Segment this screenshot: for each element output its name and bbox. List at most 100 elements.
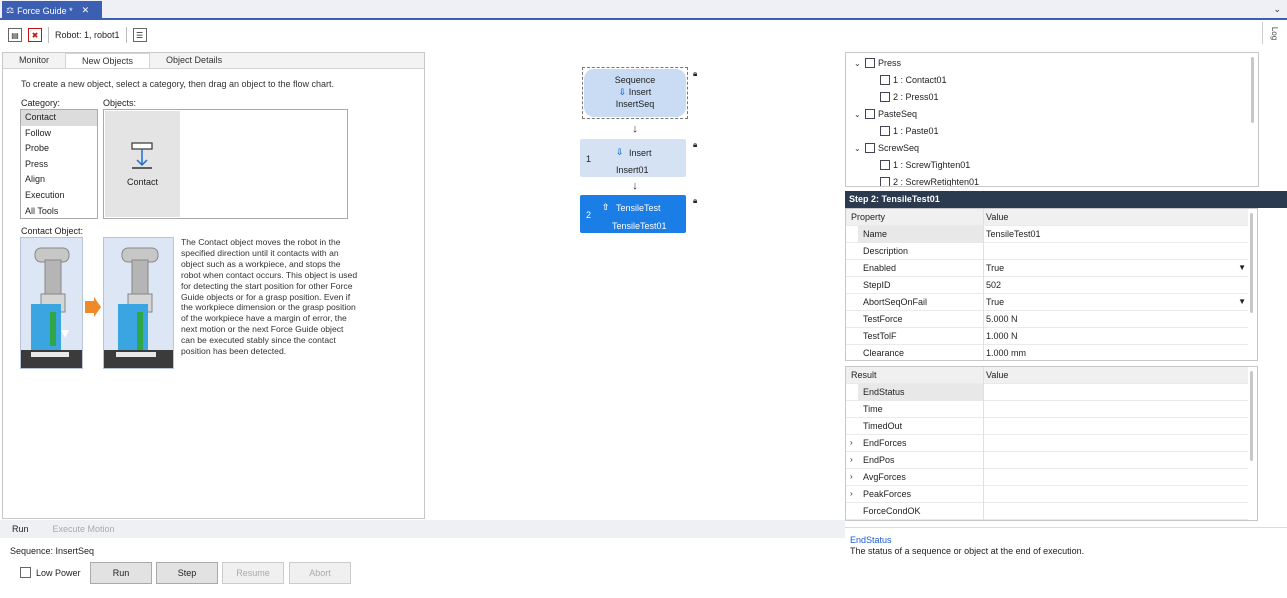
tree-item-paste01[interactable]: 1 : Paste01	[880, 123, 939, 139]
sequence-tree: ⌄ Press 1 : Contact01 2 : Press01 ⌄ PasteS…	[845, 52, 1259, 187]
contact-icon	[880, 75, 890, 85]
chevron-right-icon[interactable]: ›	[850, 455, 853, 464]
flow-node-tensile-test[interactable]: 2 ⇧ TensileTest TensileTest01	[580, 195, 686, 233]
contact-before-illustration	[20, 237, 83, 369]
column-divider	[983, 367, 984, 520]
property-row-stepid[interactable]: StepID 502	[846, 277, 1248, 294]
tab-object-details[interactable]: Object Details	[150, 53, 238, 68]
category-item-align[interactable]: Align	[21, 172, 97, 188]
col-value: Value	[986, 212, 1009, 222]
chevron-down-icon[interactable]: ⌄	[854, 59, 862, 68]
delete-document-icon[interactable]: ✖	[28, 28, 42, 42]
property-row-name[interactable]: Name TensileTest01	[846, 226, 1248, 243]
category-item-contact[interactable]: Contact	[21, 110, 97, 126]
result-row-peakforces[interactable]: › PeakForces	[846, 486, 1248, 503]
resume-button[interactable]: Resume	[222, 562, 284, 584]
insert-icon: ⇩ Insert	[618, 87, 652, 97]
tree-label: 1 : ScrewTighten01	[893, 160, 971, 170]
lock-icon: 🔒︎	[693, 196, 698, 205]
tree-item-screwretighten01[interactable]: 2 : ScrewRetighten01	[880, 174, 979, 186]
property-value[interactable]: True	[986, 297, 1004, 307]
property-value[interactable]: 1.000 mm	[986, 348, 1026, 358]
robot-menu-icon[interactable]: ☰	[132, 28, 147, 42]
help-text: The status of a sequence or object at th…	[850, 546, 1085, 556]
log-tab[interactable]: Log	[1262, 22, 1287, 44]
dropdown-icon[interactable]: ▼	[1238, 297, 1246, 306]
tree-label: 2 : Press01	[893, 92, 939, 102]
chevron-down-icon[interactable]: ⌄	[1273, 4, 1281, 15]
property-row-testforce[interactable]: TestForce 5.000 N	[846, 311, 1248, 328]
result-row-endforces[interactable]: › EndForces	[846, 435, 1248, 452]
property-value[interactable]: 5.000 N	[986, 314, 1018, 324]
category-item-probe[interactable]: Probe	[21, 141, 97, 157]
tree-item-pasteseq[interactable]: ⌄ PasteSeq	[854, 106, 917, 122]
tab-run[interactable]: Run	[0, 522, 41, 536]
tab-force-guide[interactable]: ⚖ Force Guide * ✕	[2, 1, 102, 20]
flow-sequence-node[interactable]: Sequence ⇩ Insert InsertSeq	[582, 67, 688, 119]
chevron-down-icon[interactable]: ⌄	[854, 144, 862, 153]
flow-node-insert[interactable]: 1 ⇩ Insert Insert01	[580, 139, 686, 177]
col-value: Value	[986, 370, 1009, 380]
property-value[interactable]: 502	[986, 280, 1001, 290]
tree-item-screwseq[interactable]: ⌄ ScrewSeq	[854, 140, 919, 156]
tab-execute-motion[interactable]: Execute Motion	[41, 522, 127, 536]
tree-item-contact01[interactable]: 1 : Contact01	[880, 72, 947, 88]
lock-icon: 🔒︎	[693, 69, 698, 78]
result-row-timedout[interactable]: TimedOut	[846, 418, 1248, 435]
category-item-follow[interactable]: Follow	[21, 126, 97, 142]
step-button[interactable]: Step	[156, 562, 218, 584]
property-value[interactable]: 1.000 N	[986, 331, 1018, 341]
object-tile-contact[interactable]: Contact	[105, 111, 180, 217]
toolbar-divider	[125, 27, 127, 43]
chevron-right-icon[interactable]: ›	[850, 489, 853, 498]
property-row-clearance[interactable]: Clearance 1.000 mm	[846, 345, 1248, 360]
property-value[interactable]: TensileTest01	[986, 229, 1041, 239]
log-tab-label: Log	[1270, 26, 1280, 40]
result-key: EndPos	[863, 455, 895, 465]
dropdown-icon[interactable]: ▼	[1238, 263, 1246, 272]
sequence-sub: Insert	[628, 87, 652, 97]
tab-new-objects[interactable]: New Objects	[65, 53, 151, 68]
property-row-testtolf[interactable]: TestTolF 1.000 N	[846, 328, 1248, 345]
run-button[interactable]: Run	[90, 562, 152, 584]
property-row-description[interactable]: Description	[846, 243, 1248, 260]
chevron-down-icon[interactable]: ⌄	[854, 110, 862, 119]
abort-button[interactable]: Abort	[289, 562, 351, 584]
property-value[interactable]: True	[986, 263, 1004, 273]
category-item-press[interactable]: Press	[21, 157, 97, 173]
result-key: AvgForces	[863, 472, 906, 482]
result-row-avgforces[interactable]: › AvgForces	[846, 469, 1248, 486]
tree-scrollbar[interactable]	[1251, 57, 1254, 123]
close-icon[interactable]: ✕	[82, 5, 90, 16]
chevron-right-icon[interactable]: ›	[850, 438, 853, 447]
result-row-endstatus[interactable]: EndStatus	[846, 384, 1248, 401]
tab-monitor[interactable]: Monitor	[3, 53, 65, 68]
tensile-test-icon: ⇧	[602, 202, 610, 212]
object-tile-label: Contact	[126, 177, 159, 187]
category-list: Contact Follow Probe Press Align Executi…	[20, 109, 98, 219]
category-label: Category:	[21, 98, 61, 108]
result-row-endpos[interactable]: › EndPos	[846, 452, 1248, 469]
document-icon[interactable]: ▤	[8, 28, 22, 42]
low-power-checkbox[interactable]: Low Power	[20, 567, 81, 578]
property-key: Clearance	[863, 348, 905, 358]
tree-item-screwtighten01[interactable]: 1 : ScrewTighten01	[880, 157, 970, 173]
result-scrollbar[interactable]	[1250, 371, 1253, 461]
property-key: Description	[863, 246, 909, 256]
result-row-time[interactable]: Time	[846, 401, 1248, 418]
category-item-execution[interactable]: Execution	[21, 188, 97, 204]
tree-item-press[interactable]: ⌄ Press	[854, 55, 901, 71]
checkbox-icon[interactable]	[20, 567, 31, 578]
result-grid-header: Result Value	[846, 367, 1248, 384]
help-title: EndStatus	[850, 535, 892, 545]
node-number: 1	[586, 154, 592, 164]
property-row-abortseqonfail[interactable]: AbortSeqOnFail True ▼	[846, 294, 1248, 311]
property-row-enabled[interactable]: Enabled True ▼	[846, 260, 1248, 277]
chevron-right-icon[interactable]: ›	[850, 472, 853, 481]
property-scrollbar[interactable]	[1250, 213, 1253, 313]
result-row-forcecondok[interactable]: ForceCondOK	[846, 503, 1248, 520]
screw-icon	[865, 143, 875, 153]
tree-item-press01[interactable]: 2 : Press01	[880, 89, 939, 105]
category-item-all-tools[interactable]: All Tools	[21, 204, 97, 220]
insert-icon: ⇩	[616, 147, 624, 157]
